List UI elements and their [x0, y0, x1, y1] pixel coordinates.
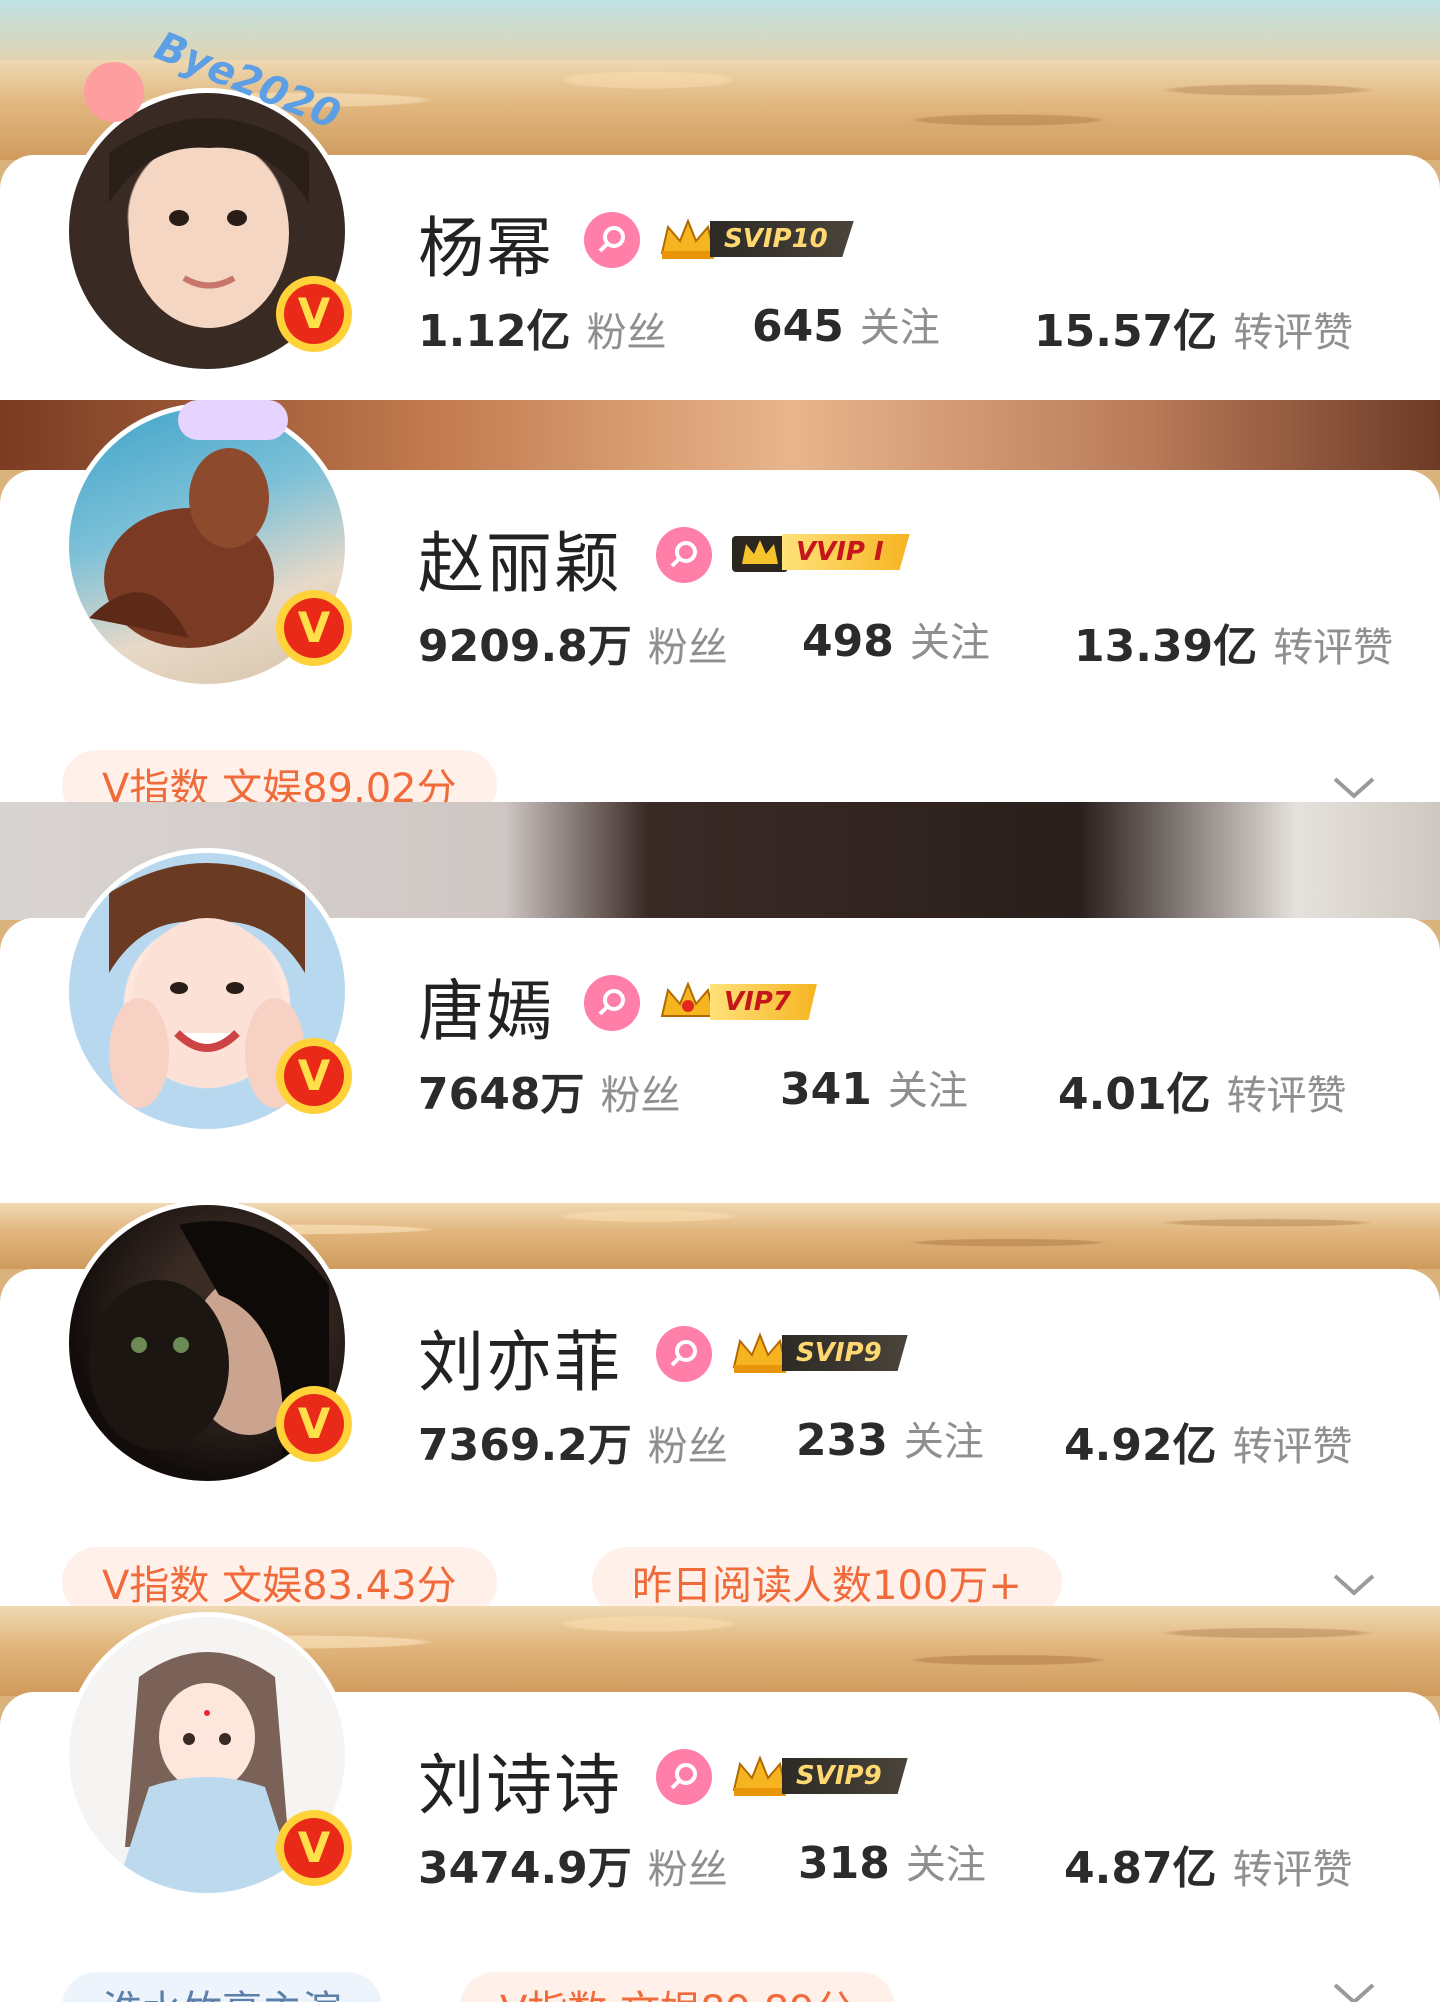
female-symbol-icon [656, 1749, 712, 1805]
fans-label: 粉丝 [647, 625, 728, 671]
following-label: 关注 [903, 1419, 984, 1465]
vip-badge[interactable]: SVIP9 [730, 1331, 908, 1375]
profile-stats: 1.12亿 粉丝 645 关注 15.57亿 转评赞 [418, 295, 1408, 357]
fans-count: 9209.8万 [418, 621, 632, 672]
fans-count: 3474.9万 [418, 1843, 632, 1894]
fans-stat[interactable]: 3474.9万 粉丝 [418, 1832, 728, 1896]
following-label: 关注 [905, 1842, 986, 1888]
profile-stats: 3474.9万 粉丝 318 关注 4.87亿 转评赞 [418, 1832, 1408, 1894]
vip-badge[interactable]: VIP7 [658, 980, 817, 1024]
avatar-pet-sticker-icon [178, 400, 288, 440]
likes-label: 转评赞 [1232, 1847, 1353, 1893]
fans-count: 1.12亿 [418, 306, 571, 357]
verified-badge: V [276, 1386, 352, 1462]
verified-v-icon: V [284, 284, 344, 344]
likes-stat[interactable]: 4.87亿 转评赞 [1064, 1832, 1353, 1896]
chevron-down-icon[interactable] [1332, 776, 1376, 800]
v-index-chip[interactable]: V指数 文娱83.43分 [62, 1547, 497, 1606]
verified-v-icon: V [284, 1046, 344, 1106]
role-chip[interactable]: 淮水竹亭主演 [62, 1972, 382, 2002]
likes-label: 转评赞 [1226, 1073, 1347, 1119]
vip-badge[interactable]: SVIP10 [658, 217, 854, 261]
likes-count: 15.57亿 [1034, 306, 1218, 357]
vip-level: VIP7 [710, 984, 817, 1020]
following-stat[interactable]: 645 关注 [752, 295, 940, 353]
fans-stat[interactable]: 1.12亿 粉丝 [418, 295, 667, 359]
following-stat[interactable]: 341 关注 [780, 1058, 968, 1116]
verified-badge: V [276, 590, 352, 666]
v-index-chip[interactable]: V指数 文娱89.02分 [62, 750, 497, 802]
fans-label: 粉丝 [600, 1073, 681, 1119]
likes-stat[interactable]: 13.39亿 转评赞 [1074, 610, 1393, 674]
profile-stats: 7648万 粉丝 341 关注 4.01亿 转评赞 [418, 1058, 1408, 1120]
fans-count: 7369.2万 [418, 1420, 632, 1471]
likes-stat[interactable]: 4.92亿 转评赞 [1064, 1409, 1353, 1473]
verified-v-icon: V [284, 1818, 344, 1878]
likes-label: 转评赞 [1273, 625, 1394, 671]
female-symbol-icon [584, 975, 640, 1031]
verified-v-icon: V [284, 1394, 344, 1454]
profile-name: 刘亦菲 [418, 1324, 622, 1401]
crown-icon [660, 981, 716, 1017]
fans-stat[interactable]: 7648万 粉丝 [418, 1058, 680, 1122]
likes-count: 4.92亿 [1064, 1420, 1217, 1471]
profile-name: 杨幂 [418, 210, 554, 287]
following-label: 关注 [909, 620, 990, 666]
fans-label: 粉丝 [647, 1424, 728, 1470]
crown-icon [732, 1755, 788, 1796]
profile-stats: 7369.2万 粉丝 233 关注 4.92亿 转评赞 [418, 1409, 1408, 1471]
fans-stat[interactable]: 9209.8万 粉丝 [418, 610, 728, 674]
fans-label: 粉丝 [586, 310, 667, 356]
likes-stat[interactable]: 4.01亿 转评赞 [1058, 1058, 1347, 1122]
likes-count: 4.01亿 [1058, 1069, 1211, 1120]
fans-stat[interactable]: 7369.2万 粉丝 [418, 1409, 728, 1473]
vip-level: SVIP9 [782, 1758, 908, 1794]
crown-icon [732, 1332, 788, 1373]
fans-count: 7648万 [418, 1069, 585, 1120]
following-count: 645 [752, 301, 844, 352]
following-label: 关注 [859, 305, 940, 351]
chevron-down-icon[interactable] [1332, 1573, 1376, 1597]
vip-badge[interactable]: SVIP9 [730, 1754, 908, 1798]
likes-count: 13.39亿 [1074, 621, 1258, 672]
v-index-chip[interactable]: V指数 文娱89.89分 [460, 1972, 895, 2002]
vip-badge[interactable]: VVIP I [730, 530, 910, 574]
verified-badge: V [276, 1810, 352, 1886]
likes-stat[interactable]: 15.57亿 转评赞 [1034, 295, 1353, 359]
likes-label: 转评赞 [1232, 1424, 1353, 1470]
vip-level: VVIP I [782, 534, 910, 570]
verified-badge: V [276, 276, 352, 352]
following-count: 341 [780, 1064, 872, 1115]
female-symbol-icon [656, 1326, 712, 1382]
fans-label: 粉丝 [647, 1847, 728, 1893]
likes-count: 4.87亿 [1064, 1843, 1217, 1894]
profile-stats: 9209.8万 粉丝 498 关注 13.39亿 转评赞 [418, 610, 1408, 672]
following-stat[interactable]: 318 关注 [798, 1832, 986, 1890]
vip-level: SVIP10 [710, 221, 854, 257]
crown-icon [732, 536, 788, 572]
camera-sticker-icon [84, 62, 144, 122]
profile-name: 刘诗诗 [418, 1747, 622, 1824]
following-count: 318 [798, 1838, 890, 1889]
following-stat[interactable]: 498 关注 [802, 610, 990, 668]
following-count: 498 [802, 616, 894, 667]
following-label: 关注 [887, 1068, 968, 1114]
female-symbol-icon [656, 527, 712, 583]
profile-name: 赵丽颖 [418, 525, 622, 602]
following-stat[interactable]: 233 关注 [796, 1409, 984, 1467]
reads-chip[interactable]: 昨日阅读人数100万+ [592, 1547, 1062, 1606]
verified-badge: V [276, 1038, 352, 1114]
following-count: 233 [796, 1415, 888, 1466]
female-symbol-icon [584, 212, 640, 268]
likes-label: 转评赞 [1233, 310, 1354, 356]
verified-v-icon: V [284, 598, 344, 658]
chevron-down-icon[interactable] [1332, 1982, 1376, 2002]
profile-name: 唐嫣 [418, 973, 554, 1050]
vip-level: SVIP9 [782, 1335, 908, 1371]
crown-icon [660, 218, 716, 259]
